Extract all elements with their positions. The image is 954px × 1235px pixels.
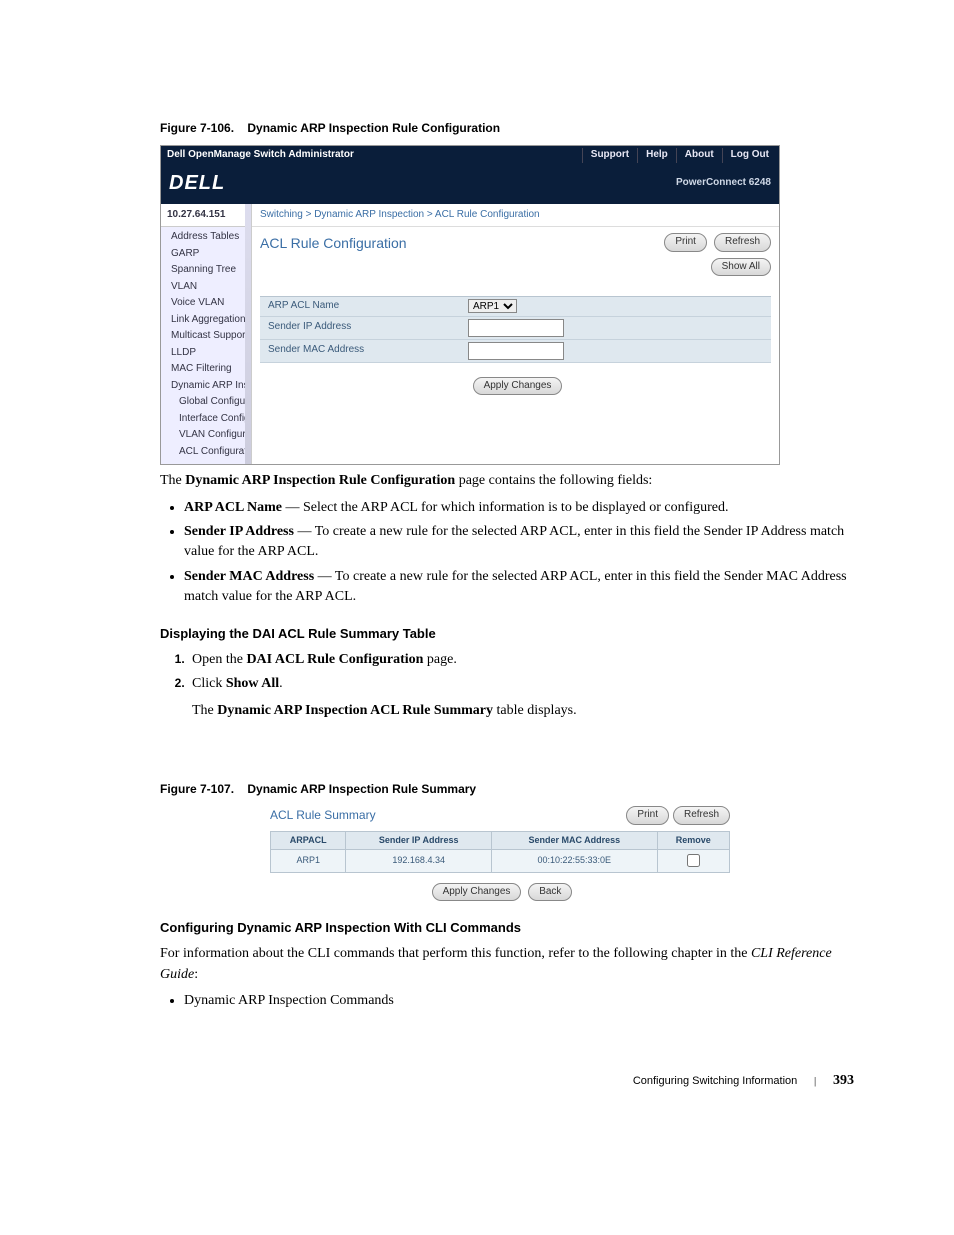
col-remove: Remove <box>657 831 729 849</box>
step-2: Click Show All. The Dynamic ARP Inspecti… <box>188 674 854 721</box>
left-nav: 10.27.64.151 Address Tables GARP Spannin… <box>161 204 252 465</box>
footer-title: Configuring Switching Information <box>633 1075 797 1087</box>
refresh-button[interactable]: Refresh <box>673 806 730 825</box>
list-item: Dynamic ARP Inspection Commands <box>184 991 854 1011</box>
link-support[interactable]: Support <box>582 148 629 163</box>
col-sender-ip: Sender IP Address <box>346 831 492 849</box>
back-button[interactable]: Back <box>528 883 572 902</box>
nav-tree[interactable]: Address Tables GARP Spanning Tree VLAN V… <box>161 227 251 464</box>
arp-acl-name-label: ARP ACL Name <box>268 299 468 314</box>
figure-106-title: Dynamic ARP Inspection Rule Configuratio… <box>247 121 500 135</box>
model-label: PowerConnect 6248 <box>676 176 771 191</box>
list-item: Sender MAC Address — To create a new rul… <box>184 567 854 608</box>
tree-item[interactable]: Spanning Tree <box>161 262 251 279</box>
dell-logo: DELL <box>169 169 225 198</box>
app-topbar: Dell OpenManage Switch Administrator Sup… <box>161 146 779 165</box>
show-all-button[interactable]: Show All <box>711 258 771 277</box>
breadcrumb: Switching > Dynamic ARP Inspection > ACL… <box>252 204 779 228</box>
refresh-button[interactable]: Refresh <box>714 233 771 252</box>
print-button[interactable]: Print <box>626 806 669 825</box>
sender-mac-input[interactable] <box>468 342 564 360</box>
list-item: ARP ACL Name — Select the ARP ACL for wh… <box>184 498 854 518</box>
figure-106-caption: Figure 7-106. Dynamic ARP Inspection Rul… <box>160 120 854 137</box>
tree-subitem[interactable]: VLAN Configurati <box>161 427 251 444</box>
main-panel: Switching > Dynamic ARP Inspection > ACL… <box>252 204 779 465</box>
footer-separator-icon: | <box>814 1075 816 1087</box>
tree-item[interactable]: Link Aggregation <box>161 312 251 329</box>
figure-107-prefix: Figure 7-107. <box>160 782 234 796</box>
cell-remove <box>657 849 729 872</box>
step-result: The Dynamic ARP Inspection ACL Rule Summ… <box>192 701 854 721</box>
tree-subitem[interactable]: Global Configurat <box>161 394 251 411</box>
tree-item[interactable]: GARP <box>161 246 251 263</box>
page-number: 393 <box>833 1073 854 1088</box>
cell-sender-ip: 192.168.4.34 <box>346 849 492 872</box>
tree-subitem[interactable]: Interface Configu <box>161 411 251 428</box>
screenshot-rule-config: Dell OpenManage Switch Administrator Sup… <box>160 145 780 465</box>
screenshot-rule-summary: ACL Rule Summary Print Refresh ARPACL Se… <box>270 806 730 901</box>
page-footer: Configuring Switching Information | 393 <box>160 1071 854 1091</box>
cell-sender-mac: 00:10:22:55:33:0E <box>492 849 658 872</box>
tree-item[interactable]: MAC Filtering <box>161 361 251 378</box>
intro-paragraph: The Dynamic ARP Inspection Rule Configur… <box>160 471 854 491</box>
remove-checkbox[interactable] <box>687 854 700 867</box>
steps-list: Open the DAI ACL Rule Configuration page… <box>184 650 854 721</box>
link-logout[interactable]: Log Out <box>722 148 769 163</box>
tree-item[interactable]: VLAN <box>161 279 251 296</box>
tree-subitem[interactable]: ACL Configuratio <box>161 444 251 461</box>
tree-item[interactable]: Address Tables <box>161 229 251 246</box>
col-arpacl: ARPACL <box>271 831 346 849</box>
summary-panel-title: ACL Rule Summary <box>270 807 622 824</box>
tree-item[interactable]: LLDP <box>161 345 251 362</box>
tree-item[interactable]: Dynamic ARP Inspe <box>161 378 251 395</box>
apply-changes-button[interactable]: Apply Changes <box>473 377 563 396</box>
list-item: Sender IP Address — To create a new rule… <box>184 522 854 563</box>
table-row: ARP1 192.168.4.34 00:10:22:55:33:0E <box>271 849 730 872</box>
apply-changes-button[interactable]: Apply Changes <box>432 883 522 902</box>
ip-address: 10.27.64.151 <box>161 204 251 228</box>
scrollbar-icon[interactable] <box>245 204 251 465</box>
rule-form: ARP ACL Name ARP1 Sender IP Address Send… <box>260 296 771 363</box>
link-help[interactable]: Help <box>637 148 668 163</box>
summary-table: ARPACL Sender IP Address Sender MAC Addr… <box>270 831 730 873</box>
figure-107-title: Dynamic ARP Inspection Rule Summary <box>247 782 476 796</box>
figure-107-caption: Figure 7-107. Dynamic ARP Inspection Rul… <box>160 781 854 798</box>
subhead-display-summary: Displaying the DAI ACL Rule Summary Tabl… <box>160 625 854 644</box>
sender-mac-label: Sender MAC Address <box>268 343 468 358</box>
figure-106-prefix: Figure 7-106. <box>160 121 234 135</box>
tree-item[interactable]: Multicast Support <box>161 328 251 345</box>
col-sender-mac: Sender MAC Address <box>492 831 658 849</box>
step-1: Open the DAI ACL Rule Configuration page… <box>188 650 854 670</box>
tree-item[interactable]: Voice VLAN <box>161 295 251 312</box>
sender-ip-input[interactable] <box>468 319 564 337</box>
link-about[interactable]: About <box>676 148 714 163</box>
print-button[interactable]: Print <box>664 233 707 252</box>
sender-ip-label: Sender IP Address <box>268 320 468 335</box>
app-title: Dell OpenManage Switch Administrator <box>167 148 354 163</box>
cli-paragraph: For information about the CLI commands t… <box>160 944 854 985</box>
arp-acl-name-select[interactable]: ARP1 <box>468 299 517 313</box>
cli-bullet-list: Dynamic ARP Inspection Commands <box>184 991 854 1011</box>
cell-arpacl: ARP1 <box>271 849 346 872</box>
field-bullet-list: ARP ACL Name — Select the ARP ACL for wh… <box>184 498 854 607</box>
subhead-cli: Configuring Dynamic ARP Inspection With … <box>160 919 854 938</box>
panel-title: ACL Rule Configuration <box>260 233 660 253</box>
brand-bar: DELL PowerConnect 6248 <box>161 165 779 204</box>
